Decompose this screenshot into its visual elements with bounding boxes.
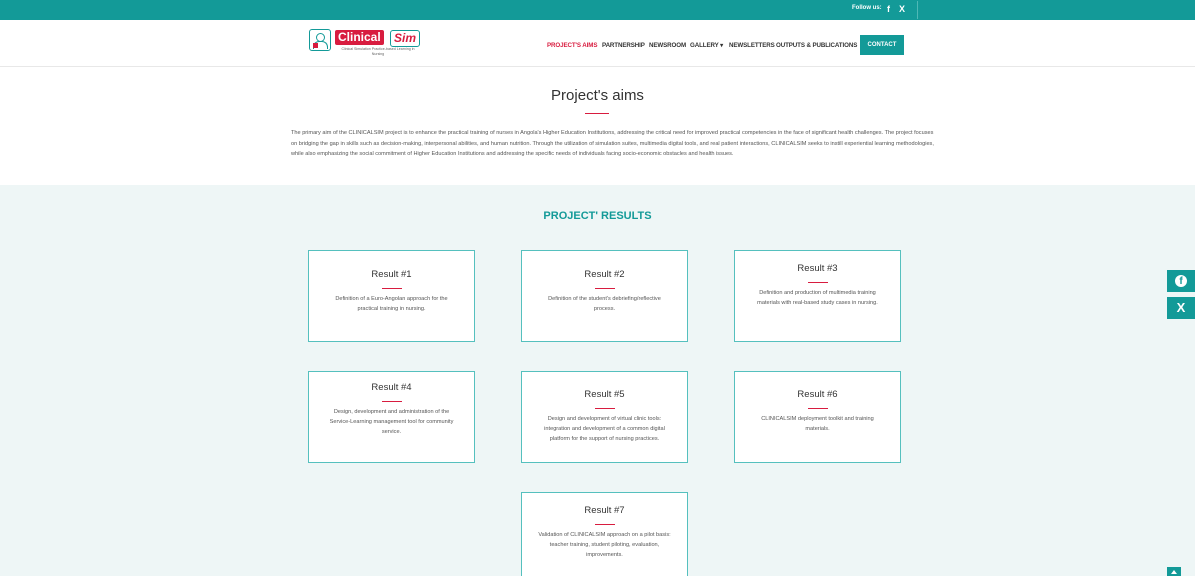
logo-tagline: Clinical Simulation Practice-based Learn… (341, 47, 415, 56)
x-icon: X (1176, 300, 1186, 315)
result-title: Result #1 (371, 269, 412, 280)
nav-projects-aims[interactable]: PROJECT'S AIMS (547, 42, 597, 52)
aims-paragraph: The primary aim of the CLINICALSIM proje… (291, 130, 934, 158)
result-divider (807, 408, 828, 409)
result-card-1[interactable]: Result #1 Definition of a Euro-Angolan a… (308, 250, 475, 342)
result-card-2[interactable]: Result #2 Definition of the student's de… (521, 250, 688, 342)
result-card-6[interactable]: Result #6 CLINICALSIM deployment toolkit… (734, 371, 901, 463)
nav-partnership[interactable]: PARTNERSHIP (602, 42, 645, 52)
clinicalsim-logo[interactable]: Clinical Sim Clinical Simulation Practic… (309, 29, 421, 59)
result-description: Definition and production of multimedia … (757, 290, 878, 306)
follow-us-label: Follow us: (852, 5, 882, 11)
result-description: Definition of the student's debriefing/r… (548, 296, 661, 312)
result-description: CLINICALSIM deployment toolkit and train… (761, 416, 874, 432)
title-underline (585, 113, 609, 114)
topbar-divider (917, 1, 918, 19)
result-card-5[interactable]: Result #5 Design and development of virt… (521, 371, 688, 463)
result-divider (594, 524, 615, 525)
result-card-7[interactable]: Result #7 Validation of CLINICALSIM appr… (521, 492, 688, 576)
scroll-to-top-button[interactable] (1167, 567, 1181, 576)
nav-newsletters[interactable]: NEWSLETTERS (729, 42, 775, 52)
results-heading: PROJECT' RESULTS (543, 210, 652, 222)
result-card-4[interactable]: Result #4 Design, development and admini… (308, 371, 475, 463)
facebook-icon[interactable]: f (887, 4, 890, 14)
side-x-button[interactable]: X (1167, 297, 1195, 319)
page-title: Project's aims (551, 87, 644, 104)
x-icon[interactable]: X (899, 4, 905, 14)
result-title: Result #4 (371, 382, 412, 393)
top-bar: Follow us: f X (0, 0, 1195, 20)
contact-button[interactable]: CONTACT (860, 35, 904, 55)
nav-outputs-publications[interactable]: OUTPUTS & PUBLICATIONS (776, 42, 857, 52)
result-divider (807, 282, 828, 283)
result-description: Design, development and administration o… (329, 409, 454, 435)
result-divider (381, 288, 402, 289)
result-title: Result #5 (584, 389, 625, 400)
result-description: Design and development of virtual clinic… (544, 416, 665, 442)
logo-cross-icon (313, 43, 318, 48)
result-title: Result #6 (797, 389, 838, 400)
result-description: Definition of a Euro-Angolan approach fo… (335, 296, 448, 312)
result-divider (381, 401, 402, 402)
nav-newsroom[interactable]: NEWSROOM (649, 42, 686, 52)
result-divider (594, 288, 615, 289)
logo-word-sim: Sim (390, 30, 421, 47)
facebook-icon: f (1175, 275, 1187, 287)
side-facebook-button[interactable]: f (1167, 270, 1195, 292)
result-description: Validation of CLINICALSIM approach on a … (538, 532, 671, 558)
result-title: Result #2 (584, 269, 625, 280)
site-header: Clinical Sim Clinical Simulation Practic… (0, 20, 1195, 67)
logo-word-clinical: Clinical (335, 30, 384, 45)
nav-gallery[interactable]: GALLERY ▾ (690, 42, 723, 52)
result-title: Result #3 (797, 263, 838, 274)
result-card-3[interactable]: Result #3 Definition and production of m… (734, 250, 901, 342)
result-divider (594, 408, 615, 409)
result-title: Result #7 (584, 505, 625, 516)
